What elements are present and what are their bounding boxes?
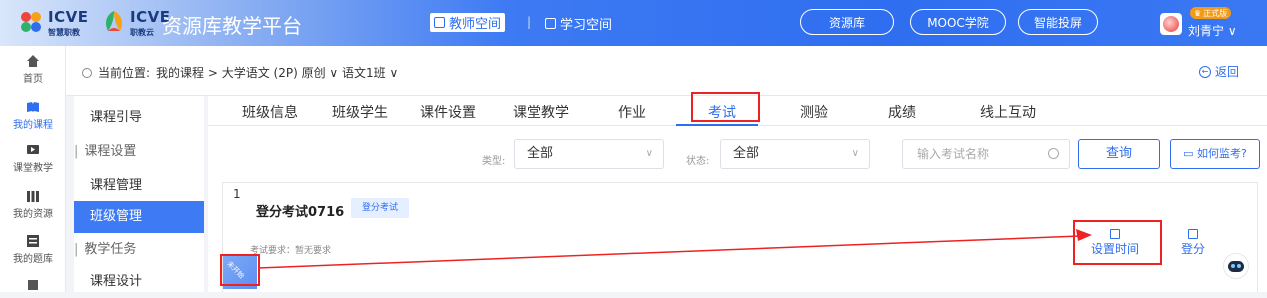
teacher-space-icon [434, 17, 445, 28]
study-space-icon [545, 17, 556, 29]
logo2-subtext: 职教云 [130, 28, 154, 37]
tab-quiz[interactable]: 测验 [800, 102, 828, 122]
library-icon [27, 191, 39, 202]
username-menu[interactable]: 刘青宁 ∨ [1188, 22, 1237, 39]
assistant-bot-icon[interactable] [1223, 253, 1249, 279]
breadcrumb-prefix: 当前位置: [98, 66, 151, 80]
sidebar-item-class-management[interactable]: 班级管理 [74, 201, 204, 233]
sidebar-item-course-guide[interactable]: 课程引导 [74, 102, 204, 134]
tab-class-teaching[interactable]: 课堂教学 [513, 102, 569, 122]
location-pin-icon [82, 67, 92, 78]
sidebar-item-question-bank-label: 我的题库 [13, 254, 53, 265]
home-icon [27, 55, 39, 67]
top-header: ICVE 智慧职教 ICVE 职教云 资源库教学平台 教师空间 | 学习空间 资… [0, 0, 1267, 46]
resource-library-button[interactable]: 资源库 [800, 9, 894, 35]
teacher-space-label: 教师空间 [449, 17, 502, 32]
sidebar-item-course-design[interactable]: 课程设计 [74, 266, 204, 298]
search-placeholder: 输入考试名称 [917, 147, 990, 161]
grade-entry-button[interactable]: 登分 [1181, 229, 1205, 257]
question-bank-icon [27, 235, 39, 247]
type-filter-label: 类型: [482, 156, 506, 167]
set-time-highlight [1073, 220, 1162, 265]
icon-sidebar: 首页 我的课程 课堂教学 我的资源 我的题库 [0, 46, 66, 292]
breadcrumb-path: 当前位置: 我的课程 > 大学语文 (2P) 原创 ∨ 语文1班 ∨ [82, 64, 398, 81]
book-icon [27, 102, 39, 112]
sidebar-group-teaching-tasks: 教学任务 [74, 234, 204, 266]
grade-icon [1188, 229, 1198, 239]
query-button[interactable]: 查询 [1078, 139, 1160, 169]
header-separator: | [527, 15, 532, 29]
type-select-value: 全部 [527, 146, 554, 161]
exam-name-search-input[interactable]: 输入考试名称 [902, 139, 1070, 169]
sidebar-item-course-management[interactable]: 课程管理 [74, 170, 204, 202]
logo1-text: ICVE [48, 8, 89, 26]
study-space-tab[interactable]: 学习空间 [545, 13, 612, 33]
search-icon [1048, 148, 1059, 159]
exam-index: 1 [233, 187, 241, 201]
mooc-college-button[interactable]: MOOC学院 [910, 9, 1006, 35]
tab-courseware-settings[interactable]: 课件设置 [420, 102, 476, 122]
sidebar-item-home-label: 首页 [23, 74, 43, 85]
how-to-proctor-button[interactable]: ▭ 如何监考? [1170, 139, 1260, 169]
zhijiaoyun-logo-icon [106, 11, 122, 31]
sidebar-item-home[interactable]: 首页 [0, 54, 66, 85]
sidebar-item-class-teaching[interactable]: 课堂教学 [0, 143, 66, 174]
type-select[interactable]: 全部 ∨ [514, 139, 664, 169]
sidebar-item-my-courses[interactable]: 我的课程 [0, 100, 66, 131]
status-select-value: 全部 [733, 146, 760, 161]
grade-entry-label: 登分 [1181, 242, 1206, 256]
logo1-subtext: 智慧职教 [48, 28, 80, 37]
teacher-space-tab[interactable]: 教师空间 [430, 13, 506, 32]
sidebar-group-course-settings: 课程设置 [74, 136, 204, 168]
tab-homework[interactable]: 作业 [618, 102, 646, 122]
sidebar-item-class-teaching-label: 课堂教学 [13, 163, 53, 174]
tab-grades[interactable]: 成绩 [888, 102, 916, 122]
course-sidebar: 课程引导 课程设置 课程管理 班级管理 教学任务 课程设计 [74, 96, 204, 292]
breadcrumb: 当前位置: 我的课程 > 大学语文 (2P) 原创 ∨ 语文1班 ∨ ← 返回 [66, 46, 1267, 96]
smart-projection-button[interactable]: 智能投屏 [1018, 9, 1098, 35]
sidebar-item-my-resources[interactable]: 我的资源 [0, 189, 66, 220]
icve-logo-icon [21, 12, 41, 32]
version-badge-label: 正式版 [1203, 8, 1228, 18]
sidebar-item-my-courses-label: 我的课程 [13, 120, 53, 131]
status-ribbon-highlight [220, 254, 260, 286]
back-button-label: 返回 [1214, 65, 1239, 79]
chevron-down-icon: ∨ [851, 148, 859, 159]
avatar[interactable] [1160, 13, 1182, 35]
breadcrumb-links[interactable]: 我的课程 > 大学语文 (2P) 原创 ∨ 语文1班 ∨ [156, 64, 398, 81]
exam-type-tag: 登分考试 [351, 198, 409, 218]
status-filter-label: 状态: [686, 156, 710, 167]
exam-tab-highlight [691, 92, 760, 122]
exam-title[interactable]: 登分考试0716 [256, 201, 344, 220]
study-space-label: 学习空间 [560, 17, 613, 33]
sidebar-item-my-resources-label: 我的资源 [13, 209, 53, 220]
more-icon [28, 280, 38, 290]
active-tab-indicator [676, 124, 758, 126]
crown-icon: ♛ [1194, 8, 1202, 18]
status-select[interactable]: 全部 ∨ [720, 139, 870, 169]
tab-online-interaction[interactable]: 线上互动 [980, 102, 1036, 122]
sidebar-item-question-bank[interactable]: 我的题库 [0, 234, 66, 265]
play-icon [27, 145, 39, 154]
version-badge: ♛ 正式版 [1190, 7, 1232, 19]
chevron-down-icon: ∨ [645, 148, 653, 159]
back-arrow-icon: ← [1198, 65, 1211, 78]
platform-title: 资源库教学平台 [162, 14, 302, 38]
how-to-proctor-label: 如何监考? [1197, 147, 1247, 160]
back-button[interactable]: ← 返回 [1198, 63, 1239, 80]
monitor-icon: ▭ [1183, 147, 1194, 160]
exam-requirement: 考试要求：暂无要求 [250, 246, 332, 256]
tab-class-info[interactable]: 班级信息 [242, 102, 298, 122]
tab-class-students[interactable]: 班级学生 [332, 102, 388, 122]
